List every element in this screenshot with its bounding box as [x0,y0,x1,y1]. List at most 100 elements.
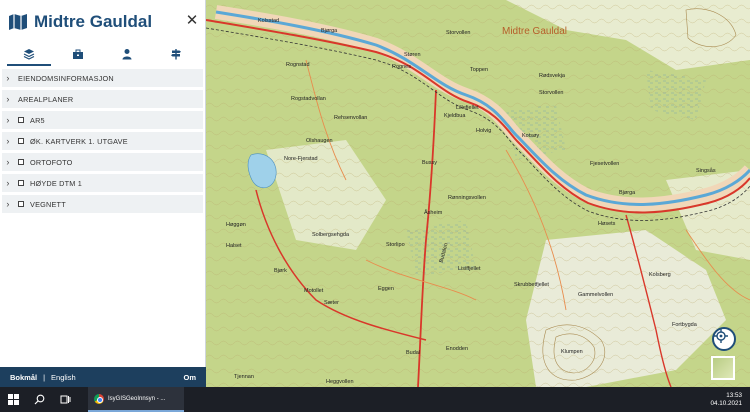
layer-item-hoyde-dtm[interactable]: › HØYDE DTM 1 [2,174,203,192]
layer-label: HØYDE DTM 1 [30,178,83,188]
app-title: Midtre Gauldal [34,12,153,31]
place-label: Storlipo [386,242,405,248]
place-label: Storvollen [446,30,471,36]
place-label: Enodden [446,346,469,352]
layer-item-ok-kartverk[interactable]: › ØK. KARTVERK 1. UTGAVE [2,132,203,150]
chevron-right-icon: › [6,199,10,209]
place-label: Bussy [422,160,437,166]
place-label: Motollet [304,288,324,294]
tab-layers[interactable] [6,44,51,66]
layer-checkbox[interactable] [18,180,24,186]
map-icon [9,14,27,30]
layer-list: › EIENDOMSINFORMASJON › AREALPLANER › AR… [0,69,205,213]
chevron-right-icon: › [6,73,10,83]
signpost-icon [171,49,182,60]
task-view-button[interactable] [52,387,78,412]
layer-item-eiendomsinformasjon[interactable]: › EIENDOMSINFORMASJON [2,69,203,87]
place-label: Solbergsehgda [312,232,350,238]
clock-date: 04.10.2021 [710,399,742,407]
layer-label: EIENDOMSINFORMASJON [18,73,114,83]
layer-checkbox[interactable] [18,138,24,144]
tab-tools[interactable] [56,44,100,64]
place-label: Kjeldbua [444,113,466,119]
user-icon [122,49,132,60]
task-view-icon [60,395,70,404]
layer-item-ar5[interactable]: › AR5 [2,111,203,129]
layer-item-arealplaner[interactable]: › AREALPLANER [2,90,203,108]
municipality-map-label: Midtre Gauldal [502,26,568,37]
layer-label: ØK. KARTVERK 1. UTGAVE [30,136,128,146]
place-label: Støren [404,52,421,58]
place-label: Kolsstad [258,18,280,24]
place-label: Budal [406,350,421,356]
chevron-right-icon: › [6,157,10,167]
language-bokmal-link[interactable]: Bokmål [10,373,37,382]
place-label: Skrubbetfjellet [514,282,549,288]
place-label: Fjesetvollen [590,161,620,167]
chevron-right-icon: › [6,94,10,104]
chevron-right-icon: › [6,136,10,146]
layer-checkbox[interactable] [18,117,24,123]
place-label: Halset [226,243,242,249]
place-label: Rognstad [286,62,310,68]
place-label: Kotsøy [522,133,540,139]
place-label: Singsås [696,168,716,174]
taskbar-clock[interactable]: 13:53 04.10.2021 [710,392,742,408]
locate-me-button[interactable] [712,327,736,351]
layer-label: AR5 [30,115,45,125]
place-label: Tjennan [234,374,254,380]
search-button[interactable] [26,387,52,412]
crosshair-icon [714,329,728,343]
place-label: Rognes [392,64,411,70]
place-label: Sæter [324,300,339,306]
chevron-right-icon: › [6,178,10,188]
tab-user[interactable] [105,44,149,64]
place-label: Kolsberg [649,272,671,278]
language-separator: | [43,372,46,382]
map-view[interactable]: Midtre Gauldal Kolsstad Bjørga Støren St… [206,0,750,387]
place-label: Lillefjellet [456,105,479,111]
layer-item-vegnett[interactable]: › VEGNETT [2,195,203,213]
taskbar-app-label: IsyGISGeoInnsyn - ... [108,395,166,402]
place-label: Høsets [598,221,616,227]
tab-signpost[interactable] [154,44,198,64]
about-link[interactable]: Om [183,373,196,382]
clock-time: 13:53 [726,391,742,399]
place-label: Høggøn [226,222,246,228]
close-panel-button[interactable]: ✕ [185,13,199,28]
chevron-right-icon: › [6,115,10,125]
toolbox-icon [72,49,83,59]
place-label: Olshaugen [306,138,333,144]
layer-label: AREALPLANER [18,94,74,104]
place-label: Eggen [378,286,394,292]
basemap-switcher-button[interactable] [711,356,735,380]
layer-checkbox[interactable] [18,159,24,165]
sidebar-panel: Midtre Gauldal ✕ › EIENDOMSINFORMASJON ›… [0,0,206,387]
chrome-icon [94,393,104,404]
place-label: Gammelvollen [578,292,614,298]
layer-label: VEGNETT [30,199,66,209]
brand-header: Midtre Gauldal [0,0,205,44]
language-bar: Bokmål | English Om [0,367,206,387]
layer-label: ORTOFOTO [30,157,73,167]
windows-taskbar: IsyGISGeoInnsyn - ... 13:53 04.10.2021 [0,387,750,412]
place-label: Lisiffjellet [458,266,481,272]
place-label: Åsheim [424,210,443,216]
layer-item-ortofoto[interactable]: › ORTOFOTO [2,153,203,171]
taskbar-chrome-app[interactable]: IsyGISGeoInnsyn - ... [88,387,184,412]
place-label: Heggvollen [326,379,354,385]
place-label: Nore-Fjerstad [284,156,318,162]
start-button[interactable] [0,387,26,412]
place-label: Storvollen [539,90,564,96]
layer-checkbox[interactable] [18,201,24,207]
place-label: Rønningsvollen [448,195,486,201]
place-label: Bjørk [274,268,287,274]
place-label: Bjørga [619,190,636,196]
place-label: Fortbygda [672,322,697,328]
language-english-link[interactable]: English [51,373,76,382]
topographic-map [206,0,750,387]
place-label: Rehsenvollan [334,115,368,121]
place-label: Klumpen [561,349,583,355]
layers-icon [23,49,34,60]
place-label: Rogstadvollan [291,96,326,102]
